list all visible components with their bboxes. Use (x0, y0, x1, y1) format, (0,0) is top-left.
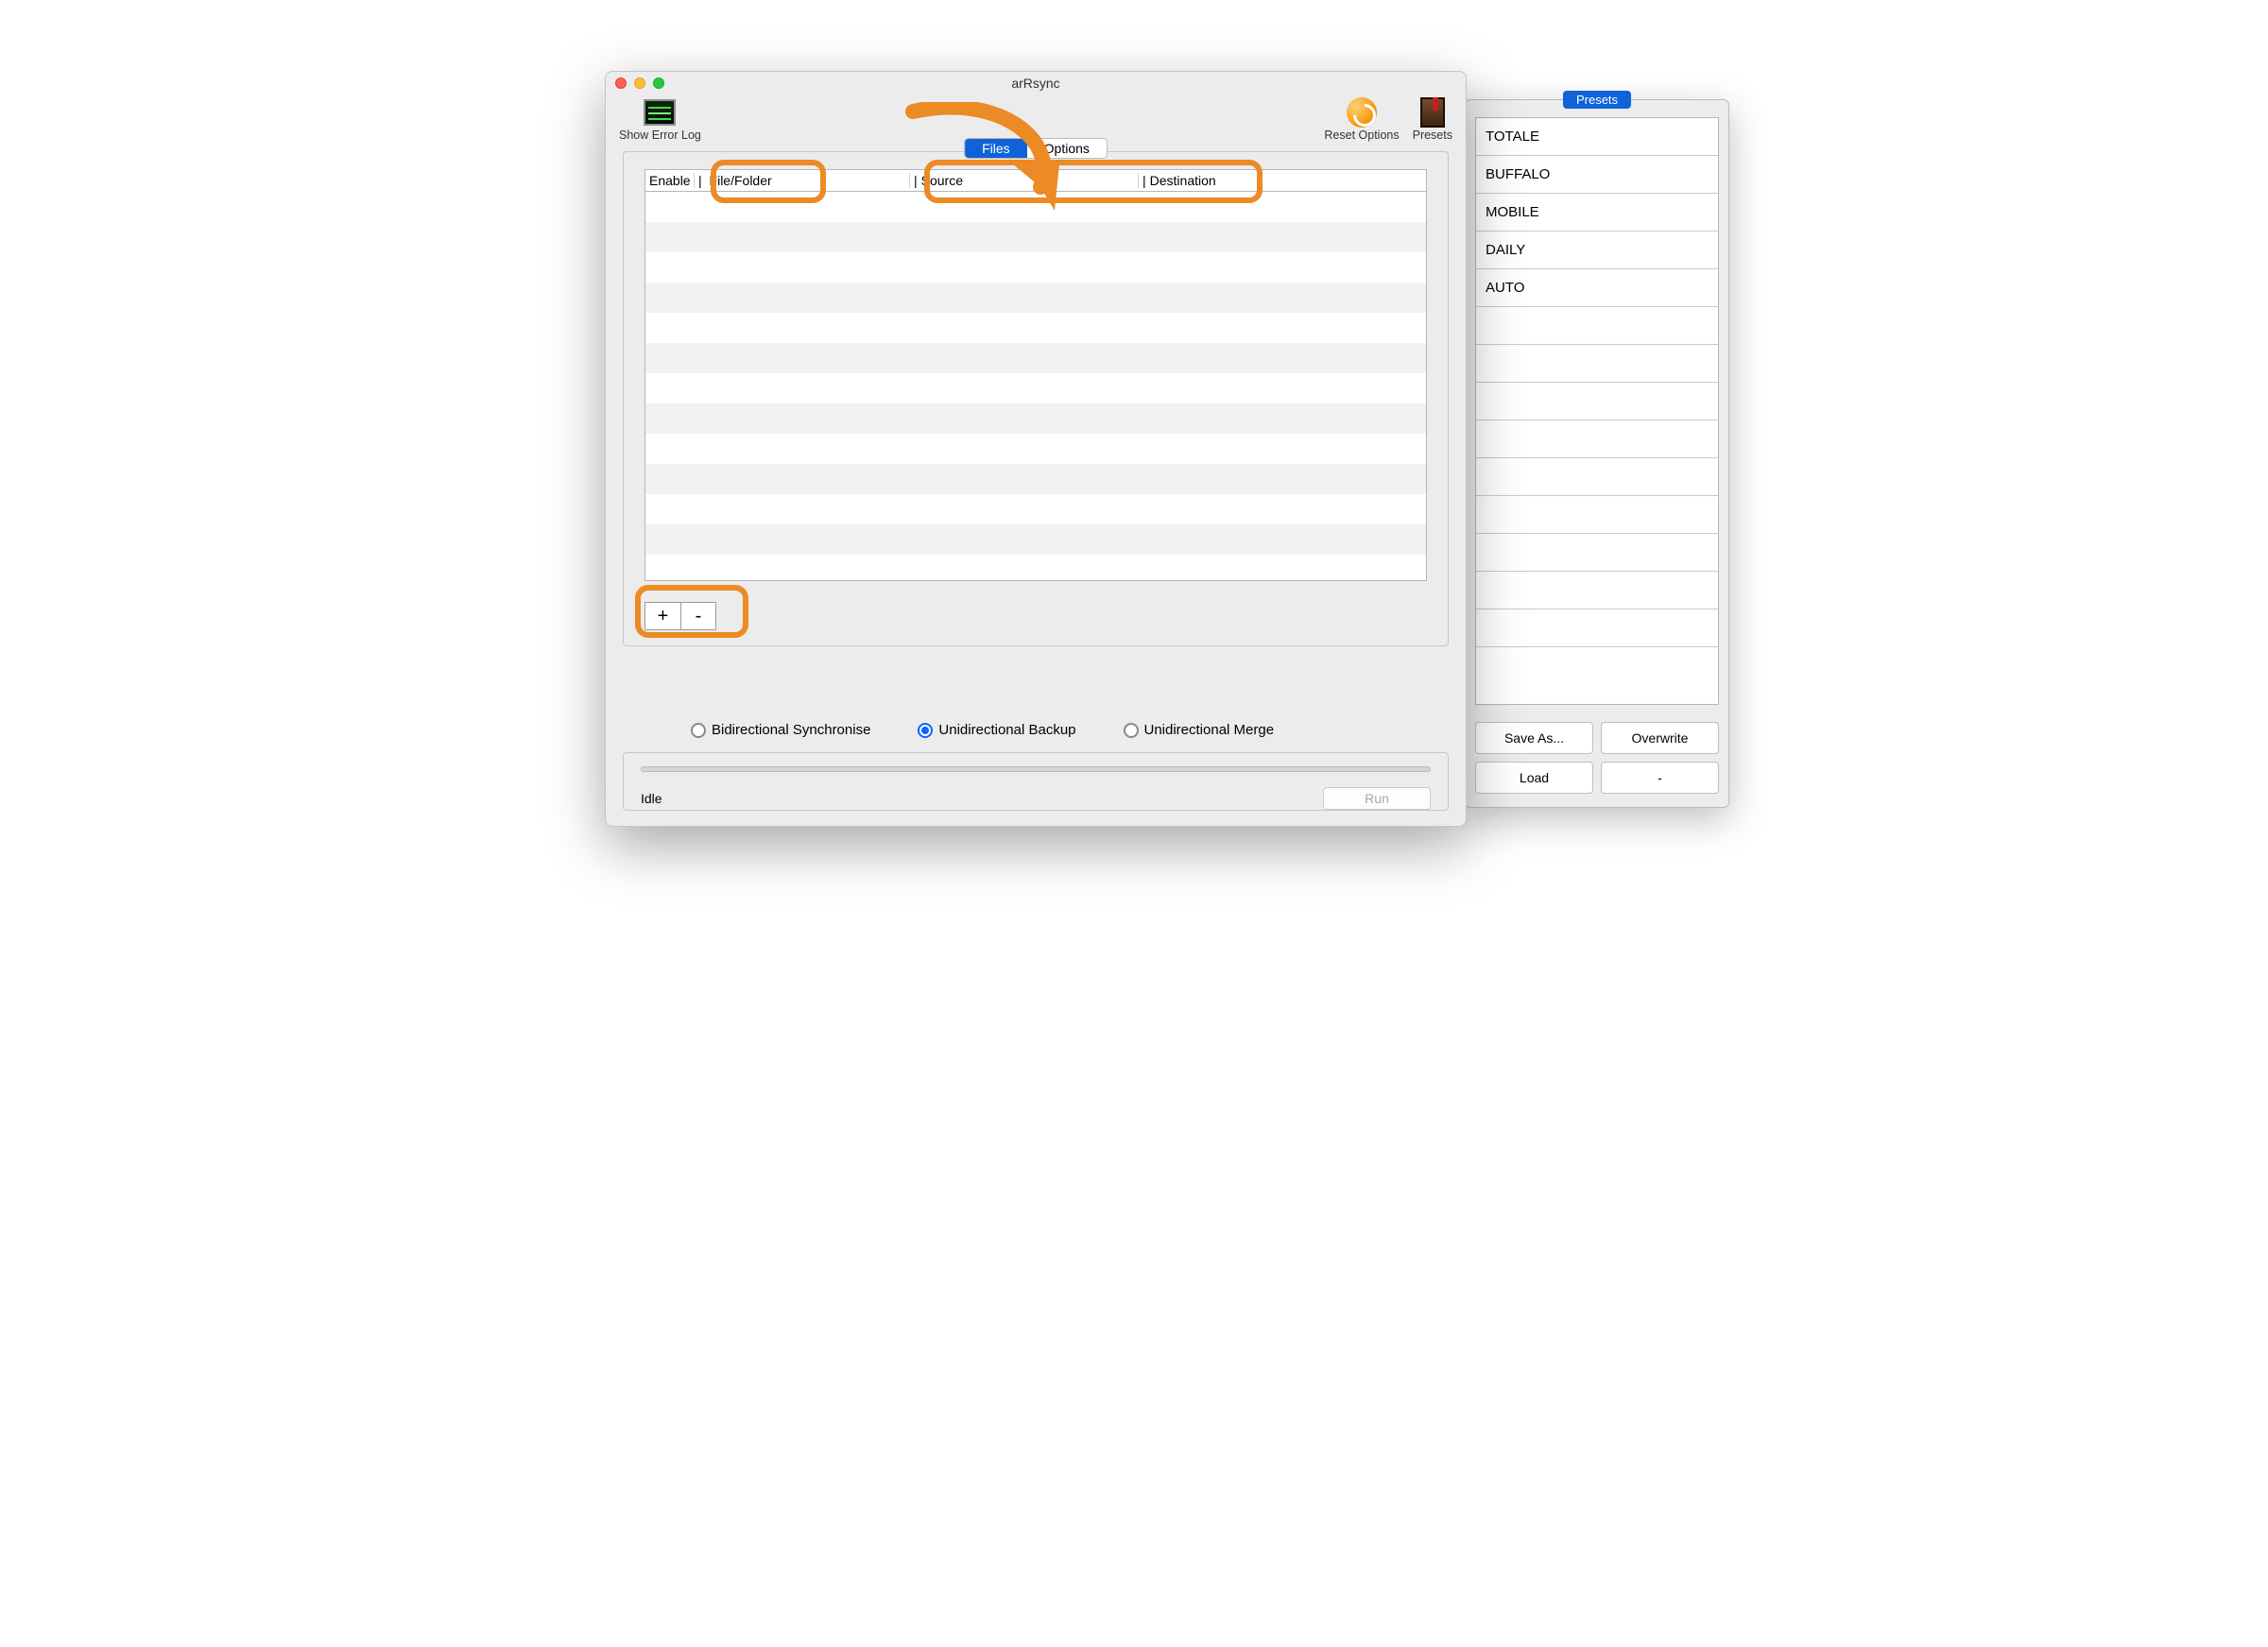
presets-overwrite-button[interactable]: Overwrite (1601, 722, 1719, 754)
col-file-folder[interactable]: | File/Folder (695, 173, 910, 188)
preset-row[interactable]: MOBILE (1476, 194, 1718, 232)
preset-row[interactable] (1476, 458, 1718, 496)
table-row[interactable] (645, 464, 1426, 494)
table-row[interactable] (645, 434, 1426, 464)
progress-bar (641, 766, 1431, 772)
presets-toolbar-button[interactable]: Presets (1413, 98, 1452, 142)
presets-window[interactable]: Presets TOTALEBUFFALOMOBILEDAILYAUTO Sav… (1465, 99, 1729, 808)
sync-mode-row: Bidirectional Synchronise Unidirectional… (606, 722, 1466, 738)
table-body[interactable] (644, 192, 1427, 581)
preset-row[interactable]: AUTO (1476, 269, 1718, 307)
table-row[interactable] (645, 343, 1426, 373)
col-enable[interactable]: Enable (645, 173, 695, 188)
preset-row[interactable]: BUFFALO (1476, 156, 1718, 194)
titlebar[interactable]: arRsync (606, 72, 1466, 94)
tab-group: Files Options (964, 138, 1108, 159)
tab-files[interactable]: Files (965, 139, 1027, 158)
presets-buttons: Save As... Overwrite Load - (1475, 722, 1719, 794)
radio-unidirectional-merge[interactable]: Unidirectional Merge (1124, 722, 1275, 738)
activity-monitor-icon (644, 99, 676, 126)
radio-unchecked-icon (691, 723, 706, 738)
radio-checked-icon (918, 723, 933, 738)
radio-unidirectional-backup[interactable]: Unidirectional Backup (918, 722, 1075, 738)
app-title: arRsync (606, 76, 1466, 91)
radio-bidirectional[interactable]: Bidirectional Synchronise (691, 722, 870, 738)
table-row[interactable] (645, 283, 1426, 313)
preset-row[interactable]: DAILY (1476, 232, 1718, 269)
reset-options-label: Reset Options (1324, 129, 1399, 142)
status-text: Idle (641, 791, 662, 806)
reset-options-button[interactable]: Reset Options (1324, 98, 1399, 142)
table-row[interactable] (645, 524, 1426, 555)
reset-icon (1347, 97, 1377, 128)
add-remove-group: + - (644, 602, 716, 630)
table-row[interactable] (645, 555, 1426, 581)
radio-unidirectional-merge-label: Unidirectional Merge (1144, 722, 1275, 738)
table-row[interactable] (645, 373, 1426, 403)
preset-row[interactable] (1476, 420, 1718, 458)
col-destination[interactable]: |Destination (1139, 173, 1426, 188)
preset-row[interactable] (1476, 609, 1718, 647)
table-row[interactable] (645, 313, 1426, 343)
presets-load-button[interactable]: Load (1475, 762, 1593, 794)
show-error-log-button[interactable]: Show Error Log (619, 98, 701, 142)
table-row[interactable] (645, 252, 1426, 283)
preset-row[interactable] (1476, 383, 1718, 420)
remove-row-button[interactable]: - (680, 602, 716, 630)
table-row[interactable] (645, 403, 1426, 434)
bookmark-icon (1420, 97, 1445, 128)
presets-minus-button[interactable]: - (1601, 762, 1719, 794)
preset-row[interactable] (1476, 496, 1718, 534)
table-row[interactable] (645, 192, 1426, 222)
radio-bidirectional-label: Bidirectional Synchronise (712, 722, 870, 738)
add-row-button[interactable]: + (644, 602, 680, 630)
tab-options[interactable]: Options (1027, 139, 1107, 158)
preset-row[interactable] (1476, 345, 1718, 383)
preset-row[interactable] (1476, 307, 1718, 345)
files-pane: Files Options Enable | File/Folder |Sour… (623, 151, 1449, 646)
radio-unidirectional-backup-label: Unidirectional Backup (938, 722, 1075, 738)
progress-panel: Idle Run (623, 752, 1449, 811)
table-row[interactable] (645, 222, 1426, 252)
presets-save-as-button[interactable]: Save As... (1475, 722, 1593, 754)
presets-list[interactable]: TOTALEBUFFALOMOBILEDAILYAUTO (1475, 117, 1719, 705)
run-button[interactable]: Run (1323, 787, 1431, 810)
presets-window-title: Presets (1563, 91, 1631, 109)
preset-row[interactable] (1476, 534, 1718, 572)
presets-toolbar-label: Presets (1413, 129, 1452, 142)
radio-unchecked-icon (1124, 723, 1139, 738)
col-source[interactable]: |Source (910, 173, 1139, 188)
preset-row[interactable] (1476, 572, 1718, 609)
table-header: Enable | File/Folder |Source |Destinatio… (644, 169, 1427, 192)
main-window[interactable]: arRsync Show Error Log Reset Options Pre… (605, 71, 1467, 827)
table-row[interactable] (645, 494, 1426, 524)
show-error-log-label: Show Error Log (619, 129, 701, 142)
preset-row[interactable]: TOTALE (1476, 118, 1718, 156)
